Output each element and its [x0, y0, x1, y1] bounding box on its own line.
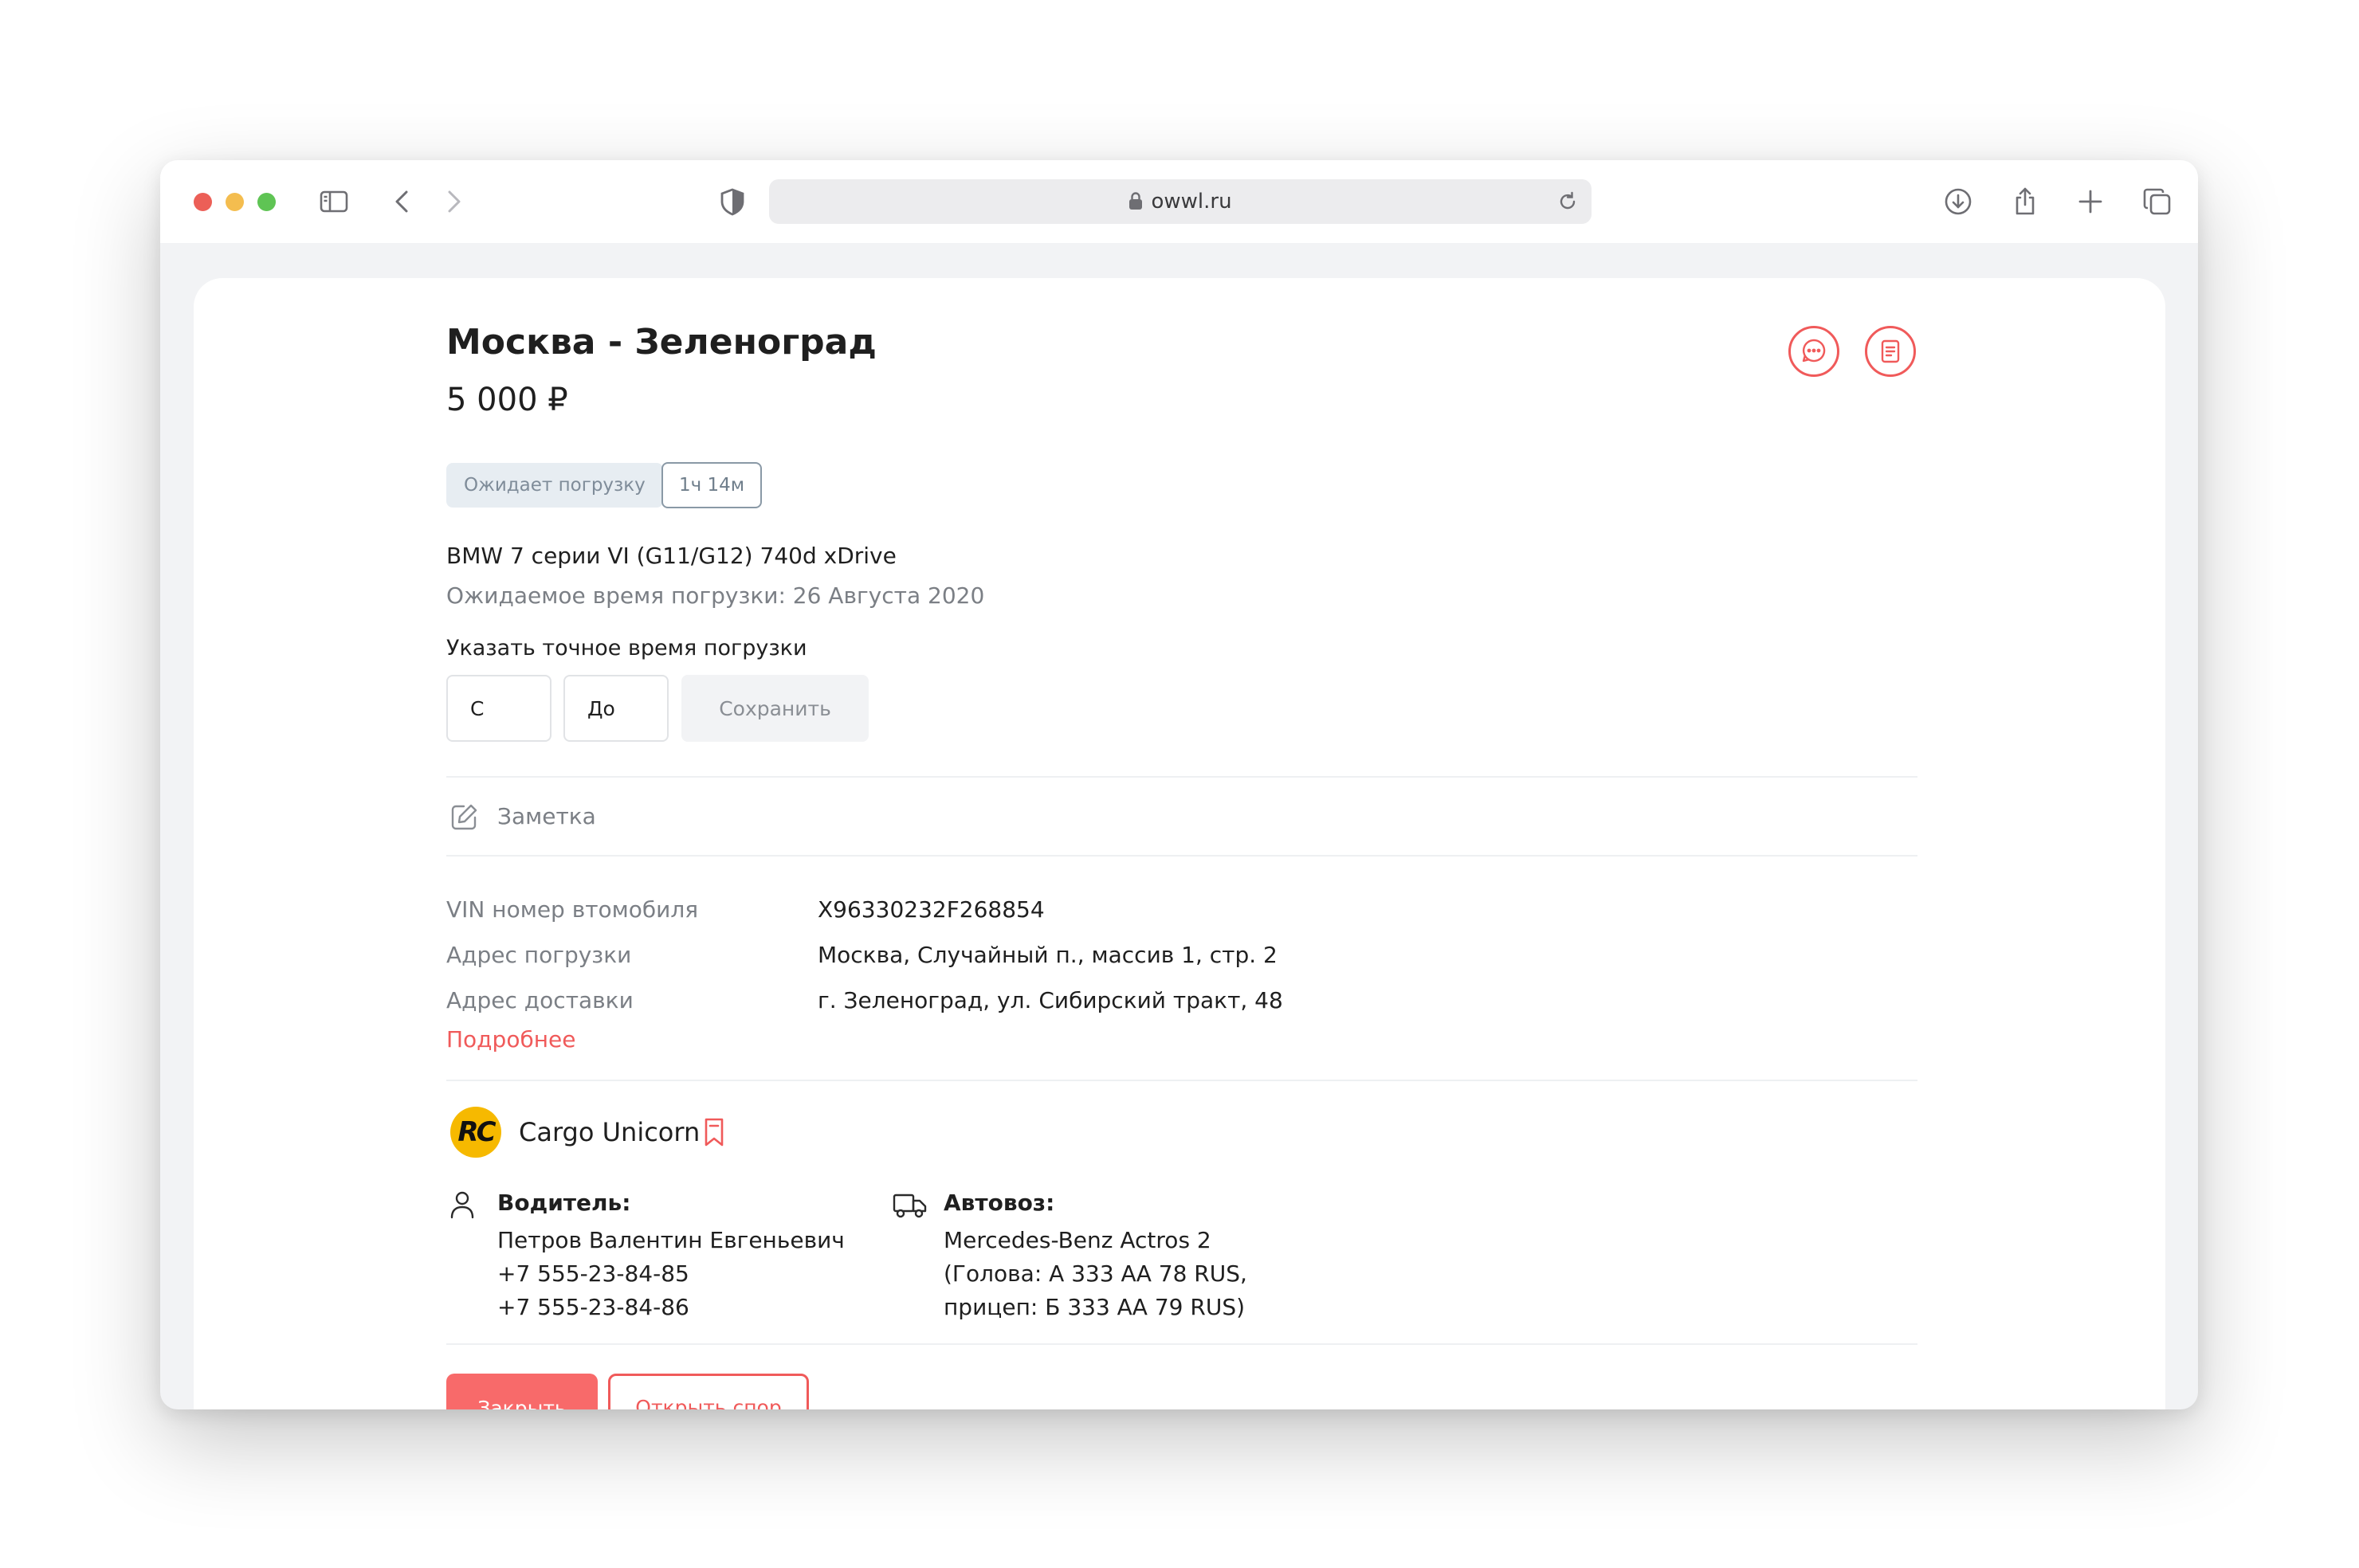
chat-icon: [1802, 339, 1826, 363]
info-label: VIN номер втомобиля: [446, 896, 699, 923]
info-row-vin: VIN номер втомобиля X96330232F268854: [446, 896, 1917, 928]
document-icon: [1881, 339, 1900, 363]
info-value: Москва, Случайный п., массив 1, стр. 2: [818, 942, 1278, 968]
forward-icon[interactable]: [436, 184, 471, 219]
company-logo: RC: [450, 1107, 501, 1158]
bookmark-icon[interactable]: [700, 1116, 728, 1148]
expected-loading-time: Ожидаемое время погрузки: 26 Августа 202…: [446, 582, 985, 609]
share-icon[interactable]: [2008, 184, 2043, 219]
driver-name: Петров Валентин Евгеньевич: [497, 1227, 845, 1253]
sidebar-icon[interactable]: [316, 184, 351, 219]
set-loading-time-label: Указать точное время погрузки: [446, 636, 807, 661]
truck-line: прицеп: Б 333 АА 79 RUS): [944, 1294, 1246, 1320]
more-details-link[interactable]: Подробнее: [446, 1026, 575, 1053]
order-price: 5 000 ₽: [446, 382, 568, 418]
browser-toolbar: owwl.ru: [160, 160, 2198, 243]
info-value: X96330232F268854: [818, 896, 1045, 923]
driver-phone[interactable]: +7 555-23-84-85: [497, 1260, 689, 1287]
truck-title: Автовоз:: [944, 1190, 1055, 1216]
close-window-button[interactable]: [194, 193, 212, 211]
order-title: Москва - Зеленоград: [446, 322, 877, 363]
edit-note-icon[interactable]: [448, 802, 480, 833]
order-card: Москва - Зеленоград 5 000 ₽ Ожидает погр…: [194, 278, 2165, 1409]
info-label: Адрес доставки: [446, 987, 634, 1013]
driver-title: Водитель:: [497, 1190, 631, 1216]
url-text: owwl.ru: [1151, 190, 1232, 214]
time-from-input[interactable]: [446, 675, 551, 742]
reload-icon[interactable]: [1555, 189, 1580, 214]
truck-line: Mercedes-Benz Actros 2: [944, 1227, 1211, 1253]
driver-phone[interactable]: +7 555-23-84-86: [497, 1294, 689, 1320]
truck-line: (Голова: А 333 АА 78 RUS,: [944, 1260, 1247, 1287]
address-bar[interactable]: owwl.ru: [769, 179, 1592, 224]
plus-icon[interactable]: [2073, 184, 2108, 219]
company-name[interactable]: Cargo Unicorn: [519, 1117, 700, 1147]
open-dispute-button[interactable]: Открыть спор: [608, 1374, 809, 1409]
url-display: owwl.ru: [769, 179, 1592, 224]
note-link[interactable]: Заметка: [497, 803, 596, 829]
download-icon[interactable]: [1941, 184, 1976, 219]
time-to-input[interactable]: [563, 675, 669, 742]
timer-badge: 1ч 14м: [661, 462, 763, 508]
browser-window: owwl.ru Москва - Зеленоград 5 000 ₽ Ожид…: [160, 160, 2198, 1409]
status-badge: Ожидает погрузку: [446, 463, 663, 508]
truck-icon: [893, 1194, 927, 1218]
divider: [446, 855, 1917, 857]
shield-icon[interactable]: [715, 184, 750, 219]
info-value: г. Зеленоград, ул. Сибирский тракт, 48: [818, 987, 1283, 1013]
lock-icon: [1129, 192, 1143, 210]
car-model: BMW 7 серии VI (G11/G12) 740d xDrive: [446, 543, 897, 569]
divider: [446, 1343, 1917, 1345]
chat-button[interactable]: [1788, 326, 1839, 377]
close-order-button[interactable]: Закрыть: [446, 1374, 598, 1409]
info-label: Адрес погрузки: [446, 942, 632, 968]
save-button[interactable]: Сохранить: [681, 675, 869, 742]
divider: [446, 1080, 1917, 1081]
maximize-window-button[interactable]: [257, 193, 276, 211]
tabs-icon[interactable]: [2140, 184, 2175, 219]
minimize-window-button[interactable]: [226, 193, 244, 211]
back-icon[interactable]: [385, 184, 420, 219]
info-row-loading-address: Адрес погрузки Москва, Случайный п., мас…: [446, 942, 1917, 974]
document-button[interactable]: [1865, 326, 1916, 377]
person-icon: [450, 1191, 474, 1219]
divider: [446, 776, 1917, 778]
info-row-delivery-address: Адрес доставки г. Зеленоград, ул. Сибирс…: [446, 987, 1917, 1019]
